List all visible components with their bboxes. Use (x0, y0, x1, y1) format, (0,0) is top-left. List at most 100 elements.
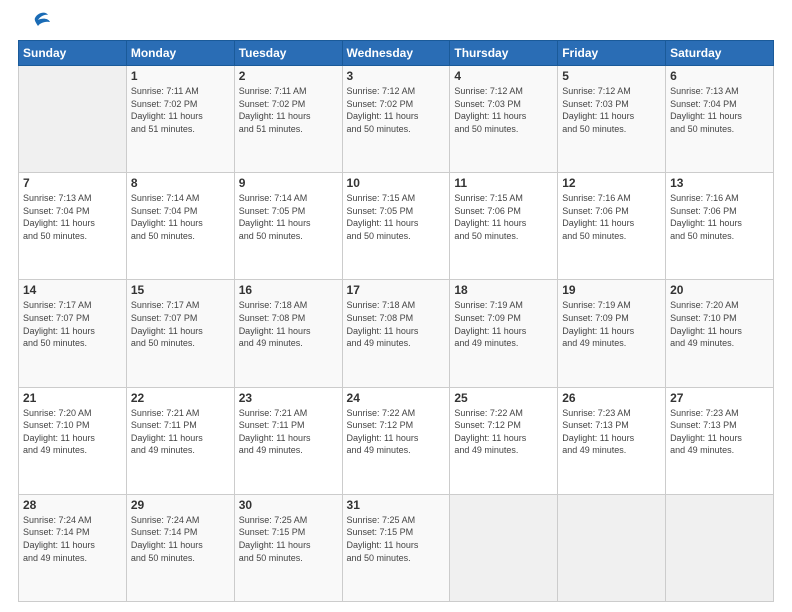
day-info: Sunrise: 7:21 AMSunset: 7:11 PMDaylight:… (239, 407, 338, 457)
day-number: 9 (239, 176, 338, 190)
day-info: Sunrise: 7:24 AMSunset: 7:14 PMDaylight:… (131, 514, 230, 564)
day-cell: 3Sunrise: 7:12 AMSunset: 7:02 PMDaylight… (342, 66, 450, 173)
day-cell: 23 Sunrise: 7:21 AMSunset: 7:11 PMDayligh… (234, 387, 342, 494)
week-row-3: 21 Sunrise: 7:20 AMSunset: 7:10 PMDayligh… (19, 387, 774, 494)
day-info: Sunrise: 7:22 AMSunset: 7:12 PMDaylight:… (347, 407, 446, 457)
day-info: Sunrise: 7:14 AMSunset: 7:04 PMDaylight:… (131, 192, 230, 242)
day-cell: 16 Sunrise: 7:18 AMSunset: 7:08 PMDayligh… (234, 280, 342, 387)
day-info: Sunrise: 7:20 AMSunset: 7:10 PMDaylight:… (670, 299, 769, 349)
day-number: 22 (131, 391, 230, 405)
week-row-2: 14 Sunrise: 7:17 AMSunset: 7:07 PMDayligh… (19, 280, 774, 387)
logo-bird-icon (20, 10, 50, 32)
day-info: Sunrise: 7:18 AMSunset: 7:08 PMDaylight:… (347, 299, 446, 349)
day-number: 10 (347, 176, 446, 190)
day-number: 27 (670, 391, 769, 405)
header (18, 18, 774, 32)
day-info: Sunrise: 7:25 AMSunset: 7:15 PMDaylight:… (347, 514, 446, 564)
day-info: Sunrise: 7:12 AMSunset: 7:03 PMDaylight:… (562, 85, 661, 135)
day-info: Sunrise: 7:23 AMSunset: 7:13 PMDaylight:… (670, 407, 769, 457)
day-cell: 20 Sunrise: 7:20 AMSunset: 7:10 PMDayligh… (666, 280, 774, 387)
day-cell: 30Sunrise: 7:25 AMSunset: 7:15 PMDayligh… (234, 494, 342, 601)
day-info: Sunrise: 7:15 AMSunset: 7:05 PMDaylight:… (347, 192, 446, 242)
calendar-body: 1 Sunrise: 7:11 AMSunset: 7:02 PMDaylight… (19, 66, 774, 602)
day-cell: 14 Sunrise: 7:17 AMSunset: 7:07 PMDayligh… (19, 280, 127, 387)
day-cell: 19 Sunrise: 7:19 AMSunset: 7:09 PMDayligh… (558, 280, 666, 387)
day-cell: 27 Sunrise: 7:23 AMSunset: 7:13 PMDayligh… (666, 387, 774, 494)
day-cell: 29 Sunrise: 7:24 AMSunset: 7:14 PMDayligh… (126, 494, 234, 601)
day-number: 17 (347, 283, 446, 297)
day-cell: 11Sunrise: 7:15 AMSunset: 7:06 PMDayligh… (450, 173, 558, 280)
day-number: 28 (23, 498, 122, 512)
day-info: Sunrise: 7:19 AMSunset: 7:09 PMDaylight:… (454, 299, 553, 349)
header-cell-thursday: Thursday (450, 41, 558, 66)
day-number: 4 (454, 69, 553, 83)
day-number: 8 (131, 176, 230, 190)
day-cell: 5 Sunrise: 7:12 AMSunset: 7:03 PMDaylight… (558, 66, 666, 173)
day-info: Sunrise: 7:16 AMSunset: 7:06 PMDaylight:… (670, 192, 769, 242)
day-info: Sunrise: 7:23 AMSunset: 7:13 PMDaylight:… (562, 407, 661, 457)
day-cell: 17 Sunrise: 7:18 AMSunset: 7:08 PMDayligh… (342, 280, 450, 387)
day-cell: 31 Sunrise: 7:25 AMSunset: 7:15 PMDayligh… (342, 494, 450, 601)
day-cell (19, 66, 127, 173)
day-cell: 18 Sunrise: 7:19 AMSunset: 7:09 PMDayligh… (450, 280, 558, 387)
day-number: 29 (131, 498, 230, 512)
day-info: Sunrise: 7:19 AMSunset: 7:09 PMDaylight:… (562, 299, 661, 349)
day-number: 18 (454, 283, 553, 297)
day-cell: 4 Sunrise: 7:12 AMSunset: 7:03 PMDaylight… (450, 66, 558, 173)
day-number: 26 (562, 391, 661, 405)
day-cell (558, 494, 666, 601)
day-number: 16 (239, 283, 338, 297)
day-info: Sunrise: 7:17 AMSunset: 7:07 PMDaylight:… (23, 299, 122, 349)
day-number: 14 (23, 283, 122, 297)
header-cell-tuesday: Tuesday (234, 41, 342, 66)
day-number: 21 (23, 391, 122, 405)
day-info: Sunrise: 7:18 AMSunset: 7:08 PMDaylight:… (239, 299, 338, 349)
day-info: Sunrise: 7:14 AMSunset: 7:05 PMDaylight:… (239, 192, 338, 242)
day-cell: 6Sunrise: 7:13 AMSunset: 7:04 PMDaylight… (666, 66, 774, 173)
day-cell (666, 494, 774, 601)
day-number: 19 (562, 283, 661, 297)
day-info: Sunrise: 7:20 AMSunset: 7:10 PMDaylight:… (23, 407, 122, 457)
header-cell-friday: Friday (558, 41, 666, 66)
day-info: Sunrise: 7:25 AMSunset: 7:15 PMDaylight:… (239, 514, 338, 564)
day-info: Sunrise: 7:12 AMSunset: 7:03 PMDaylight:… (454, 85, 553, 135)
day-info: Sunrise: 7:11 AMSunset: 7:02 PMDaylight:… (131, 85, 230, 135)
day-number: 31 (347, 498, 446, 512)
day-number: 5 (562, 69, 661, 83)
day-info: Sunrise: 7:15 AMSunset: 7:06 PMDaylight:… (454, 192, 553, 242)
day-info: Sunrise: 7:24 AMSunset: 7:14 PMDaylight:… (23, 514, 122, 564)
day-info: Sunrise: 7:11 AMSunset: 7:02 PMDaylight:… (239, 85, 338, 135)
day-info: Sunrise: 7:21 AMSunset: 7:11 PMDaylight:… (131, 407, 230, 457)
day-number: 2 (239, 69, 338, 83)
day-number: 20 (670, 283, 769, 297)
week-row-1: 7Sunrise: 7:13 AMSunset: 7:04 PMDaylight… (19, 173, 774, 280)
logo (18, 18, 50, 32)
calendar-header: SundayMondayTuesdayWednesdayThursdayFrid… (19, 41, 774, 66)
day-number: 3 (347, 69, 446, 83)
day-info: Sunrise: 7:16 AMSunset: 7:06 PMDaylight:… (562, 192, 661, 242)
day-cell: 9 Sunrise: 7:14 AMSunset: 7:05 PMDaylight… (234, 173, 342, 280)
day-number: 7 (23, 176, 122, 190)
header-cell-monday: Monday (126, 41, 234, 66)
day-number: 12 (562, 176, 661, 190)
day-info: Sunrise: 7:17 AMSunset: 7:07 PMDaylight:… (131, 299, 230, 349)
week-row-4: 28 Sunrise: 7:24 AMSunset: 7:14 PMDayligh… (19, 494, 774, 601)
day-cell: 15 Sunrise: 7:17 AMSunset: 7:07 PMDayligh… (126, 280, 234, 387)
day-cell: 25 Sunrise: 7:22 AMSunset: 7:12 PMDayligh… (450, 387, 558, 494)
day-number: 1 (131, 69, 230, 83)
day-info: Sunrise: 7:13 AMSunset: 7:04 PMDaylight:… (670, 85, 769, 135)
header-cell-wednesday: Wednesday (342, 41, 450, 66)
day-cell: 7Sunrise: 7:13 AMSunset: 7:04 PMDaylight… (19, 173, 127, 280)
calendar-table: SundayMondayTuesdayWednesdayThursdayFrid… (18, 40, 774, 602)
day-number: 23 (239, 391, 338, 405)
day-number: 25 (454, 391, 553, 405)
header-row: SundayMondayTuesdayWednesdayThursdayFrid… (19, 41, 774, 66)
day-cell: 26 Sunrise: 7:23 AMSunset: 7:13 PMDayligh… (558, 387, 666, 494)
day-cell: 12 Sunrise: 7:16 AMSunset: 7:06 PMDayligh… (558, 173, 666, 280)
day-number: 15 (131, 283, 230, 297)
day-cell: 13Sunrise: 7:16 AMSunset: 7:06 PMDayligh… (666, 173, 774, 280)
day-cell: 8 Sunrise: 7:14 AMSunset: 7:04 PMDaylight… (126, 173, 234, 280)
day-cell: 10 Sunrise: 7:15 AMSunset: 7:05 PMDayligh… (342, 173, 450, 280)
day-info: Sunrise: 7:22 AMSunset: 7:12 PMDaylight:… (454, 407, 553, 457)
day-cell: 24Sunrise: 7:22 AMSunset: 7:12 PMDayligh… (342, 387, 450, 494)
